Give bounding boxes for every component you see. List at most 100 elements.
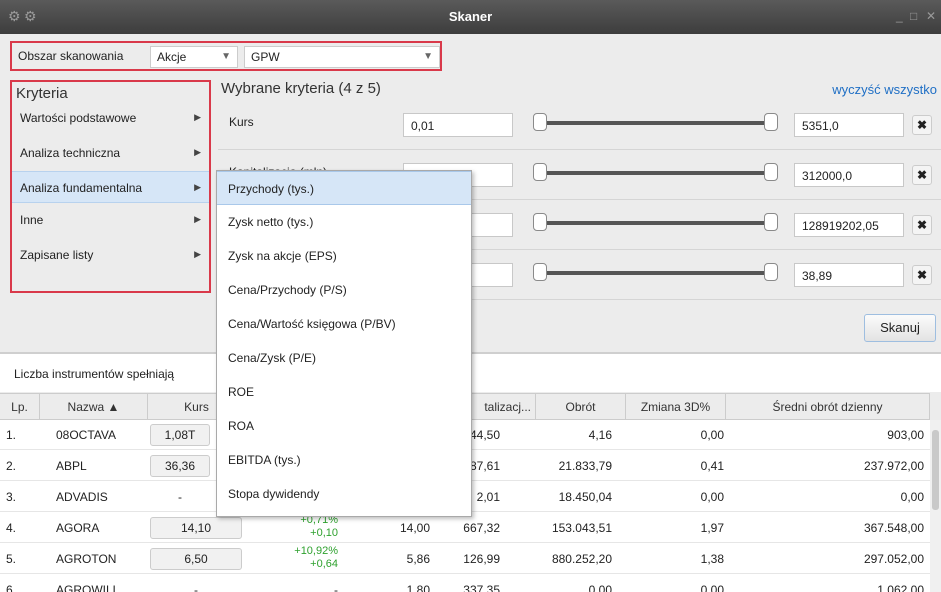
cell-change-3d: 0,00 <box>700 490 724 504</box>
max-value-input[interactable]: 128919202,05 <box>794 213 904 237</box>
cell-change-3d: 0,41 <box>700 459 724 473</box>
criteria-item-fundamental[interactable]: Analiza fundamentalna ▶ <box>12 171 209 203</box>
remove-criterion-button[interactable]: ✖ <box>912 215 932 235</box>
cell-avg-turnover: 0,00 <box>900 490 924 504</box>
scan-area-row: Obszar skanowania Akcje ▼ GPW ▼ <box>0 34 941 76</box>
cell-capitalization: 126,99 <box>463 552 500 566</box>
minimize-button[interactable]: _ <box>896 9 903 23</box>
menu-item-roa[interactable]: ROA <box>217 409 471 443</box>
range-slider-track[interactable] <box>538 271 770 275</box>
table-row[interactable]: 5. AGROTON 6,50 +10,92% +0,64 5,86 126,9… <box>0 544 930 574</box>
cell-turnover: 0,00 <box>588 583 612 592</box>
instrument-type-select[interactable]: Akcje ▼ <box>150 46 238 68</box>
criteria-item-label: Analiza techniczna <box>20 146 121 160</box>
maximize-button[interactable]: □ <box>910 9 917 23</box>
menu-item-pbv[interactable]: Cena/Wartość księgowa (P/BV) <box>217 307 471 341</box>
scan-area-box: Obszar skanowania Akcje ▼ GPW ▼ <box>10 41 442 71</box>
column-header-lp[interactable]: Lp. <box>0 394 40 421</box>
max-value-input[interactable]: 312000,0 <box>794 163 904 187</box>
criteria-header: Kryteria <box>16 85 68 102</box>
criterion-row: Kurs 0,01 5351,0 ✖ <box>218 100 941 150</box>
remove-criterion-button[interactable]: ✖ <box>912 165 932 185</box>
menu-item-label: ROE <box>228 385 255 399</box>
range-slider-track[interactable] <box>538 221 770 225</box>
cell-name: ABPL <box>56 459 87 473</box>
range-slider-max-handle[interactable] <box>764 163 778 181</box>
column-header-change-3d[interactable]: Zmiana 3D% <box>626 394 726 421</box>
criteria-item-saved-lists[interactable]: Zapisane listy ▶ <box>12 239 209 271</box>
criteria-item-technical[interactable]: Analiza techniczna ▶ <box>12 137 209 169</box>
menu-item-label: Zysk netto (tys.) <box>228 215 314 229</box>
cell-avg-turnover: 237.972,00 <box>863 459 924 473</box>
cell-name: AGROTON <box>56 552 117 566</box>
range-slider-max-handle[interactable] <box>764 213 778 231</box>
cell-name: AGROWILL <box>56 583 120 592</box>
menu-item-ebitda[interactable]: EBITDA (tys.) <box>217 443 471 477</box>
range-slider-track[interactable] <box>538 121 770 125</box>
table-scrollbar[interactable] <box>930 420 941 592</box>
menu-item-revenue[interactable]: Przychody (tys.) <box>217 171 471 205</box>
cell-price[interactable]: 36,36 <box>150 455 210 477</box>
range-slider-min-handle[interactable] <box>533 113 547 131</box>
table-row[interactable]: 6. AGROWILL - - 1,80 337,35 0,00 0,00 1.… <box>0 575 930 592</box>
cell-change-3d: 1,38 <box>700 552 724 566</box>
range-slider-min-handle[interactable] <box>533 163 547 181</box>
cell-price[interactable]: 14,10 <box>150 517 242 539</box>
range-slider-min-handle[interactable] <box>533 263 547 281</box>
clear-all-link[interactable]: wyczyść wszystko <box>832 82 937 97</box>
criteria-item-basic[interactable]: Wartości podstawowe ▶ <box>12 102 209 134</box>
change-percent: +10,92% <box>294 545 338 557</box>
menu-item-ps[interactable]: Cena/Przychody (P/S) <box>217 273 471 307</box>
max-value: 5351,0 <box>802 119 839 133</box>
cell-lp: 5. <box>6 552 17 566</box>
remove-criterion-button[interactable]: ✖ <box>912 265 932 285</box>
menu-item-net-profit[interactable]: Zysk netto (tys.) <box>217 205 471 239</box>
max-value-input[interactable]: 38,89 <box>794 263 904 287</box>
range-slider-max-handle[interactable] <box>764 263 778 281</box>
range-slider-min-handle[interactable] <box>533 213 547 231</box>
menu-item-label: Stopa dywidendy <box>228 487 320 501</box>
market-value: GPW <box>251 50 280 64</box>
menu-item-eps[interactable]: Zysk na akcje (EPS) <box>217 239 471 273</box>
instrument-type-value: Akcje <box>157 50 187 64</box>
cell-turnover: 21.833,79 <box>558 459 612 473</box>
min-value-input[interactable]: 0,01 <box>403 113 513 137</box>
criteria-item-label: Wartości podstawowe <box>20 111 137 125</box>
window-title: Skaner <box>448 9 493 24</box>
menu-item-label: EBITDA (tys.) <box>228 453 301 467</box>
cell-reference-price: 1,80 <box>406 583 430 592</box>
close-button[interactable]: ✕ <box>926 9 936 23</box>
menu-item-label: Cena/Przychody (P/S) <box>228 283 347 297</box>
column-header-name[interactable]: Nazwa ▲ <box>40 394 148 421</box>
column-header-turnover[interactable]: Obrót <box>536 394 626 421</box>
title-bar: ⚙ ⚙ Skaner _ □ ✕ <box>0 0 941 34</box>
cell-lp: 4. <box>6 521 17 535</box>
chevron-right-icon: ▶ <box>194 249 201 259</box>
menu-item-dividend-yield[interactable]: Stopa dywidendy <box>217 477 471 511</box>
range-slider-track[interactable] <box>538 171 770 175</box>
cell-turnover: 153.043,51 <box>551 521 612 535</box>
cell-turnover: 4,16 <box>588 428 612 442</box>
cell-name: AGORA <box>56 521 100 535</box>
menu-item-label: Cena/Wartość księgowa (P/BV) <box>228 317 396 331</box>
scrollbar-thumb[interactable] <box>932 430 939 510</box>
cell-change-3d: 0,00 <box>700 428 724 442</box>
criteria-item-other[interactable]: Inne ▶ <box>12 204 209 236</box>
remove-criterion-button[interactable]: ✖ <box>912 115 932 135</box>
cell-lp: 3. <box>6 490 17 504</box>
cell-lp: 2. <box>6 459 17 473</box>
cell-change-3d: 1,97 <box>700 521 724 535</box>
column-header-avg-turnover[interactable]: Średni obrót dzienny <box>726 394 930 421</box>
cell-avg-turnover: 1.062,00 <box>877 583 924 592</box>
max-value-input[interactable]: 5351,0 <box>794 113 904 137</box>
menu-item-pe[interactable]: Cena/Zysk (P/E) <box>217 341 471 375</box>
menu-item-roe[interactable]: ROE <box>217 375 471 409</box>
cell-price[interactable]: 6,50 <box>150 548 242 570</box>
scan-button[interactable]: Skanuj <box>864 314 936 342</box>
criteria-panel: Kryteria Wartości podstawowe ▶ Analiza t… <box>10 80 211 293</box>
range-slider-max-handle[interactable] <box>764 113 778 131</box>
cell-capitalization: 337,35 <box>463 583 500 592</box>
table-row[interactable]: 4. AGORA 14,10 +0,71% +0,10 14,00 667,32… <box>0 513 930 543</box>
cell-price[interactable]: 1,08T <box>150 424 210 446</box>
market-select[interactable]: GPW ▼ <box>244 46 440 68</box>
